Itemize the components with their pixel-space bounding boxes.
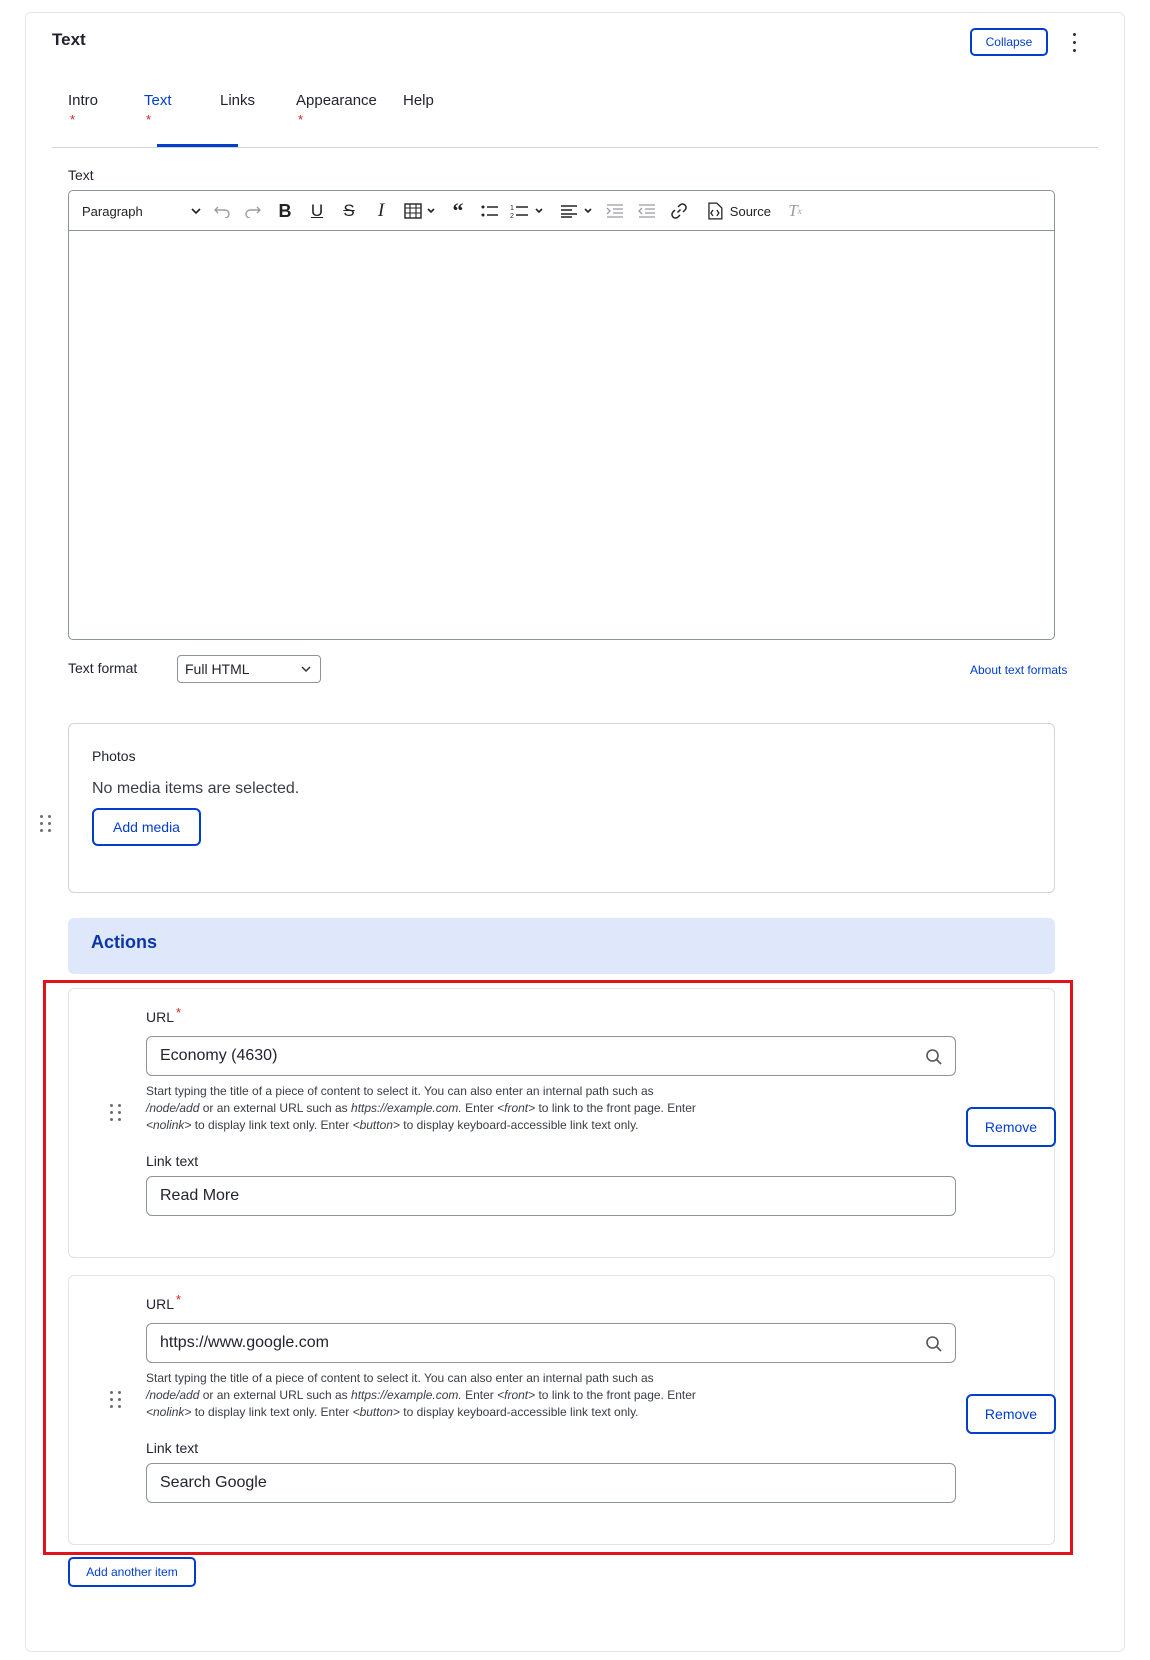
bold-icon[interactable]: B (275, 199, 295, 223)
svg-text:1: 1 (510, 205, 514, 212)
text-format-label: Text format (68, 660, 138, 676)
chevron-down-icon (191, 208, 201, 215)
redo-icon[interactable] (242, 199, 264, 223)
table-icon[interactable] (403, 199, 439, 223)
source-icon (708, 202, 723, 220)
tab-text[interactable]: Text * (144, 92, 172, 127)
collapse-button[interactable]: Collapse (970, 28, 1048, 56)
actions-title: Actions (91, 932, 158, 952)
editor-label: Text (68, 167, 94, 183)
tab-label: Intro (68, 92, 99, 109)
text-format-value: Full HTML (185, 661, 250, 677)
undo-icon[interactable] (211, 199, 233, 223)
card-title: Text (52, 30, 86, 49)
tab-bar: Intro * Text * Links Appearance * Help (52, 80, 1098, 148)
add-media-button[interactable]: Add media (92, 808, 201, 846)
underline-icon[interactable]: U (307, 199, 327, 223)
kebab-icon[interactable] (1068, 30, 1080, 54)
outdent-icon[interactable] (637, 199, 657, 223)
tab-label: Help (403, 92, 434, 109)
link-icon[interactable] (669, 199, 689, 223)
paragraph-format-dropdown[interactable]: Paragraph (82, 199, 201, 223)
actions-header (68, 918, 1055, 974)
about-text-formats-link[interactable]: About text formats (970, 663, 1067, 677)
tab-intro[interactable]: Intro * (68, 92, 99, 127)
source-button[interactable]: Source (705, 199, 771, 223)
tab-label: Appearance (296, 92, 377, 109)
active-tab-indicator (157, 144, 238, 147)
svg-text:2: 2 (510, 213, 514, 219)
tab-label: Links (220, 92, 256, 109)
required-marker: * (70, 112, 76, 127)
editor-content-area[interactable] (69, 232, 1054, 639)
tab-label: Text (144, 92, 172, 109)
photos-field (68, 723, 1055, 893)
add-another-item-button[interactable]: Add another item (68, 1557, 196, 1587)
photos-label: Photos (92, 748, 136, 764)
blockquote-icon[interactable]: “ (448, 198, 468, 223)
italic-icon[interactable]: I (371, 199, 391, 223)
paragraph-label: Paragraph (82, 203, 143, 219)
source-label: Source (729, 203, 771, 219)
rich-text-editor: Paragraph B U S I “ 12 Source T x (68, 190, 1055, 640)
highlight-frame (43, 980, 1073, 1555)
numbered-list-icon[interactable]: 12 (510, 199, 546, 223)
align-icon[interactable] (560, 199, 596, 223)
strikethrough-icon[interactable]: S (339, 199, 359, 223)
remove-format-icon[interactable]: Tx (785, 199, 805, 223)
drag-handle-icon[interactable] (40, 815, 52, 833)
tab-appearance[interactable]: Appearance * (296, 92, 377, 127)
indent-icon[interactable] (605, 199, 625, 223)
text-format-select[interactable]: Full HTML (177, 655, 321, 683)
bulleted-list-icon[interactable] (480, 199, 500, 223)
chevron-down-icon (301, 666, 311, 673)
tab-help[interactable]: Help (403, 92, 434, 109)
tab-links[interactable]: Links (220, 92, 255, 109)
required-marker: * (146, 112, 152, 127)
editor-toolbar: Paragraph B U S I “ 12 Source T x (69, 191, 1054, 231)
required-marker: * (298, 112, 304, 127)
photos-empty-message: No media items are selected. (92, 780, 300, 797)
